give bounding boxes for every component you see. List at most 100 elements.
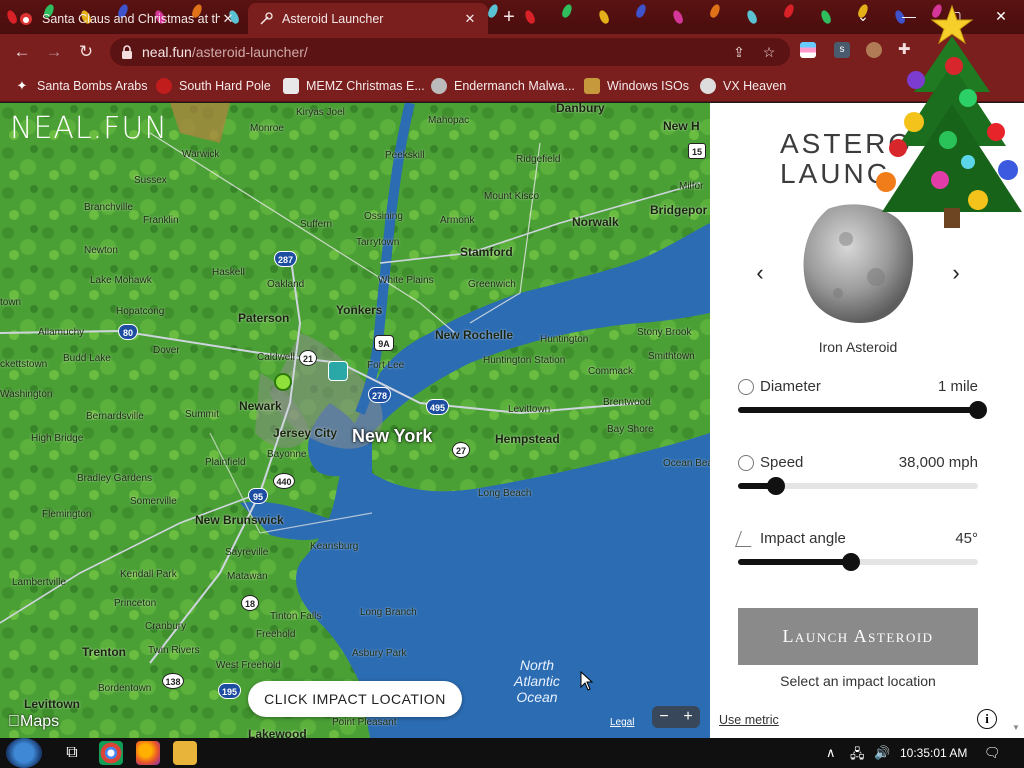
map-label-monroe: Monroe [250, 123, 284, 134]
previous-asteroid-chevron-icon[interactable]: ‹ [748, 261, 772, 285]
bookmark-south-hard-pole[interactable]: South Hard Pole [156, 77, 271, 95]
flag-extension-icon[interactable] [800, 42, 816, 58]
use-metric-link[interactable]: Use metric [719, 713, 779, 727]
light-bulb-icon [708, 2, 722, 20]
close-tab-icon[interactable]: ✕ [220, 11, 236, 27]
route-shield: 15 [688, 143, 706, 159]
maximize-icon[interactable]: ▢ [940, 4, 970, 28]
light-bulb-icon [671, 8, 685, 26]
map-poi-icon[interactable] [328, 361, 348, 381]
map-label-newark: Newark [239, 399, 282, 413]
task-view-icon[interactable]: ⧉ [60, 741, 84, 765]
map-label-cranbury: Cranbury [145, 621, 187, 632]
new-tab-button[interactable]: + [496, 7, 522, 29]
map-label-ocean: North Atlantic Ocean [514, 657, 560, 705]
zoom-in-button[interactable]: + [676, 706, 700, 728]
start-button-icon[interactable] [6, 738, 42, 768]
address-bar[interactable]: neal.fun/asteroid-launcher/ ⇪ ☆ [110, 38, 790, 66]
asteroid-favicon-icon [258, 11, 274, 27]
share-icon[interactable]: ⇪ [730, 43, 748, 61]
map-label-dover: Dover [153, 345, 180, 356]
slider-handle[interactable] [767, 477, 786, 495]
neal-fun-logo[interactable]: NEAL.FUN [10, 111, 168, 146]
tab-title: Asteroid Launcher [282, 11, 384, 26]
tab-asteroid-launcher[interactable]: Asteroid Launcher ✕ [248, 3, 488, 34]
slider-handle[interactable] [841, 553, 860, 571]
bookmark-label: Windows ISOs [607, 79, 689, 93]
bookmark-memz[interactable]: MEMZ Christmas E... [283, 77, 425, 95]
map-label-kiryas-joel: Kiryas Joel [296, 107, 345, 118]
profile-extension-icon[interactable] [866, 42, 882, 58]
tab-search-chevron-icon[interactable]: ⌄ [848, 4, 878, 28]
map-label-haskell: Haskell [212, 267, 245, 278]
map-label-princeton: Princeton [114, 598, 157, 609]
map-label-budd-lake: Budd Lake [63, 353, 111, 364]
route-shield: 138 [162, 673, 184, 689]
click-impact-location-prompt[interactable]: CLICK IMPACT LOCATION [248, 681, 462, 717]
close-tab-icon[interactable]: ✕ [462, 11, 478, 27]
notifications-icon[interactable]: 🗨 [984, 745, 1001, 761]
map-pin-green-icon[interactable] [274, 373, 292, 391]
tab-title: Santa Claus and Christmas at the [42, 11, 220, 26]
bookmark-windows-isos[interactable]: Windows ISOs [584, 77, 689, 95]
chrome-taskbar-icon[interactable] [99, 741, 123, 765]
light-bulb-icon [782, 2, 796, 20]
extensions-puzzle-icon[interactable]: ✚ [898, 42, 914, 58]
speed-slider[interactable] [738, 477, 978, 495]
network-icon[interactable]: 🖧 [850, 745, 865, 767]
impact-angle-slider[interactable] [738, 553, 978, 571]
tab-santa-claus[interactable]: Santa Claus and Christmas at the ✕ [8, 3, 246, 34]
s-extension-icon[interactable]: s [834, 42, 850, 58]
bookmark-star-icon[interactable]: ☆ [760, 43, 778, 61]
map-label-bernardsville: Bernardsville [86, 411, 144, 422]
bookmark-endermanch[interactable]: Endermanch Malwa... [431, 77, 575, 95]
map-label-franklin: Franklin [143, 215, 179, 226]
launch-asteroid-button[interactable]: Launch Asteroid [738, 608, 978, 665]
slider-handle[interactable] [969, 401, 987, 419]
info-icon[interactable]: i [977, 709, 997, 729]
map-label-tinton-falls: Tinton Falls [270, 611, 322, 622]
apple-maps-attribution: Maps [8, 713, 59, 731]
map-label-town: town [0, 297, 22, 308]
legal-link[interactable]: Legal [610, 717, 634, 728]
browser-toolbar: ← → ↻ neal.fun/asteroid-launcher/ ⇪ ☆ s … [0, 34, 1024, 70]
scroll-down-arrow-icon[interactable]: ▼ [1012, 723, 1020, 732]
map-label-long-branch: Long Branch [360, 607, 417, 618]
diameter-slider[interactable] [738, 401, 987, 419]
santa-favicon-icon [18, 11, 34, 27]
map-label-warwick: Warwick [182, 149, 220, 160]
bookmark-label: VX Heaven [723, 79, 787, 93]
close-window-icon[interactable]: ✕ [986, 4, 1016, 28]
route-shield: 440 [273, 473, 295, 489]
map-label-hackettstown: ckettstown [0, 359, 48, 370]
map-label-new-haven: New H [663, 119, 700, 133]
interstate-shield: 278 [368, 387, 392, 403]
next-asteroid-chevron-icon[interactable]: › [944, 261, 968, 285]
taskbar-clock[interactable]: 10:35:01 AM [900, 746, 967, 760]
forward-icon[interactable]: → [42, 40, 66, 64]
zoom-out-button[interactable]: − [652, 706, 676, 728]
map-label-ocean-beach: Ocean Beach [663, 458, 710, 469]
impact-map[interactable]: NEAL.FUN New York Newark Yonkers Paterso… [0, 103, 710, 738]
speed-value: 38,000 mph [898, 454, 978, 471]
maps-text: Maps [8, 713, 59, 730]
map-label-huntington-station: Huntington Station [483, 355, 566, 366]
impact-angle-value: 45° [955, 530, 978, 547]
figure-icon [584, 78, 600, 94]
light-bulb-icon [819, 8, 833, 26]
map-label-ridgefield: Ridgefield [516, 154, 561, 165]
tray-chevron-up-icon[interactable]: ∧ [826, 745, 836, 761]
bookmark-vx-heaven[interactable]: VX Heaven [700, 77, 786, 95]
map-label-tarrytown: Tarrytown [356, 237, 400, 248]
windows-taskbar: ⧉ ∧ 🖧 🔊 10:35:01 AM 🗨 [0, 738, 1024, 768]
back-icon[interactable]: ← [10, 40, 34, 64]
volume-icon[interactable]: 🔊 [874, 745, 890, 761]
map-label-new-york: New York [352, 426, 433, 446]
reload-icon[interactable]: ↻ [74, 40, 98, 64]
map-label-branchville: Branchville [84, 202, 133, 213]
bookmark-label: Santa Bombs Arabs [37, 79, 148, 93]
bookmark-santa-bombs[interactable]: ✦ Santa Bombs Arabs [14, 77, 148, 95]
minimize-icon[interactable]: — [894, 4, 924, 28]
file-explorer-icon[interactable] [173, 741, 197, 765]
firefox-taskbar-icon[interactable] [136, 741, 160, 765]
